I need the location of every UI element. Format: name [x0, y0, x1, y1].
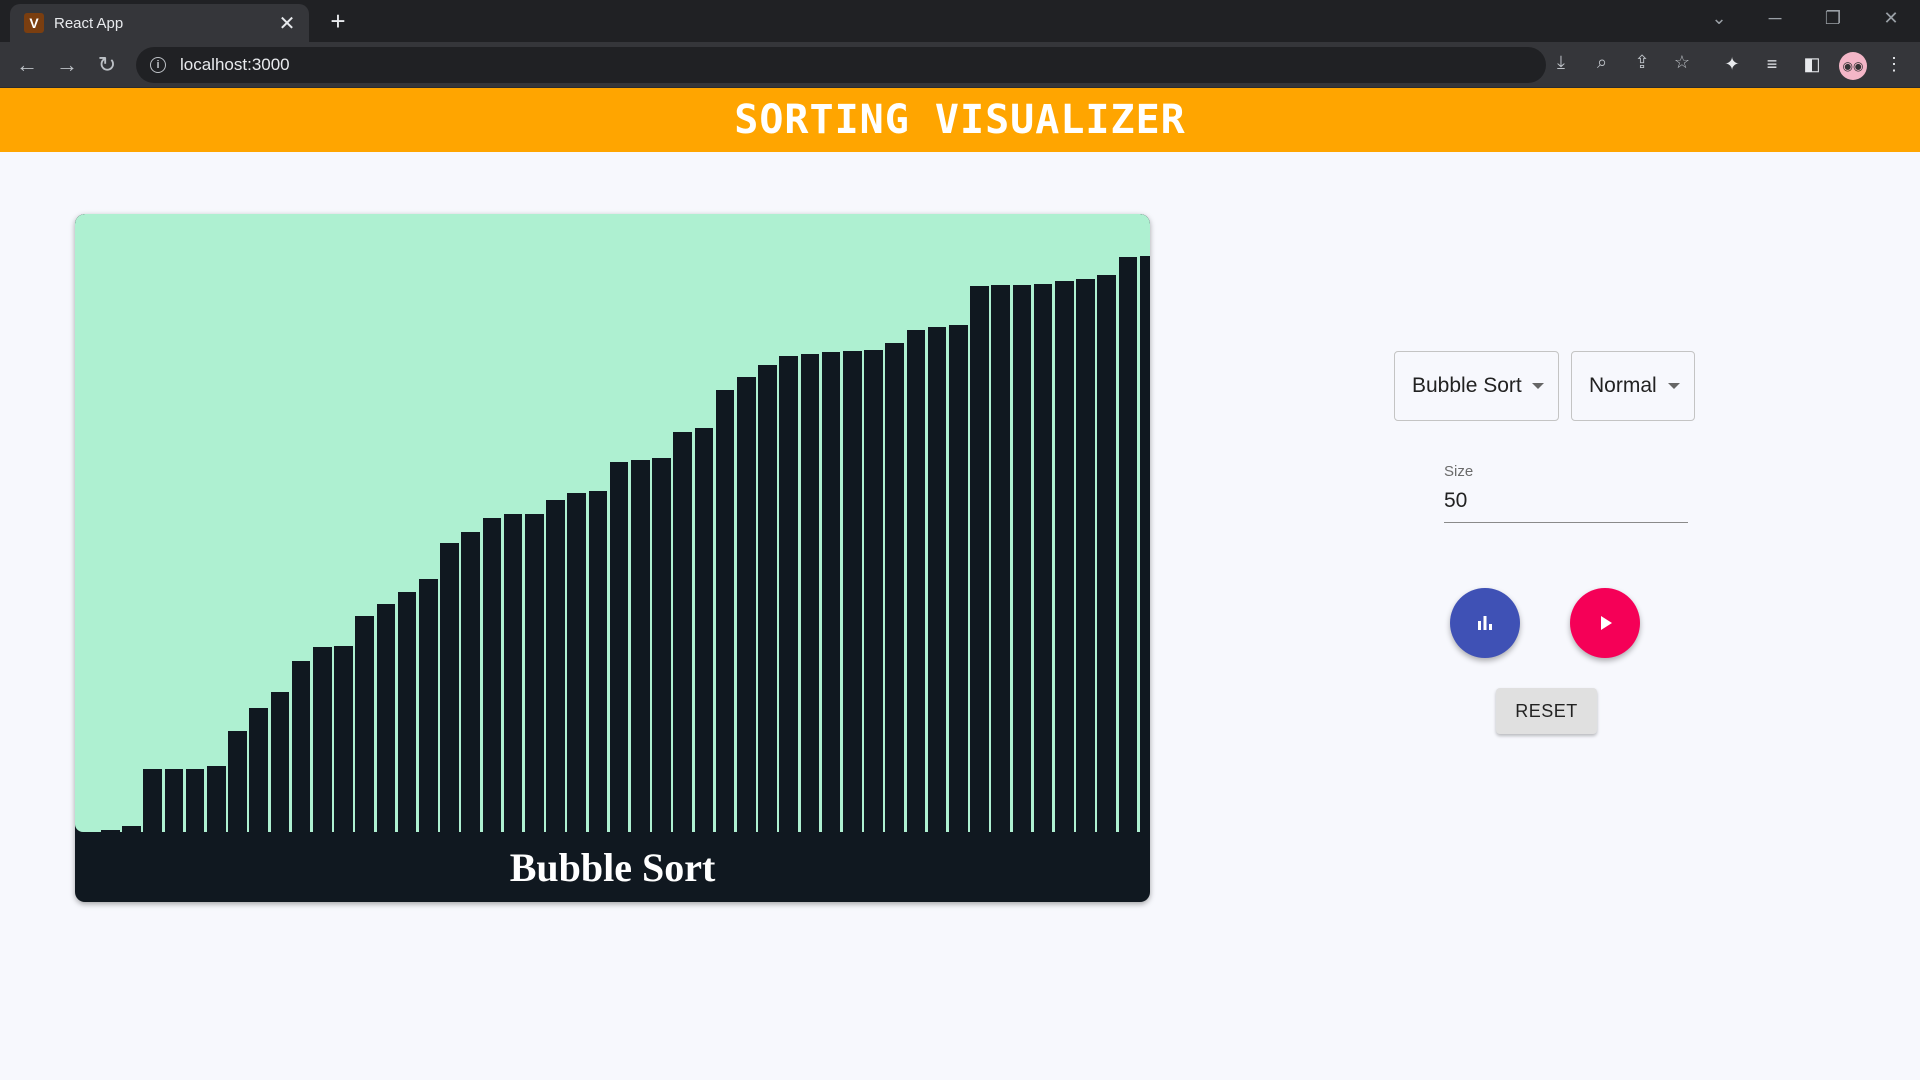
- algorithm-select-value: Bubble Sort: [1412, 374, 1522, 397]
- array-bar: [1097, 275, 1116, 832]
- array-bar: [1076, 279, 1095, 832]
- favicon-icon: V: [24, 13, 44, 33]
- generate-array-button[interactable]: [1450, 588, 1520, 658]
- array-bar: [906, 330, 926, 832]
- array-bar: [821, 352, 841, 832]
- array-bar: [1012, 285, 1032, 832]
- visualizer-card: Bubble Sort: [75, 214, 1150, 902]
- array-bar: [355, 616, 374, 832]
- array-bar: [313, 647, 332, 832]
- bars-area: [75, 214, 1150, 832]
- array-bar: [652, 458, 671, 832]
- site-info-icon[interactable]: i: [150, 57, 166, 73]
- extensions-icon[interactable]: ✦: [1718, 50, 1746, 78]
- size-field[interactable]: Size 50: [1444, 463, 1688, 523]
- algorithm-caption: Bubble Sort: [509, 844, 716, 890]
- speed-select[interactable]: Normal: [1571, 351, 1695, 421]
- share-icon[interactable]: ⇪: [1630, 50, 1654, 74]
- size-input[interactable]: 50: [1444, 489, 1467, 513]
- array-bar: [270, 692, 290, 832]
- array-bar: [291, 661, 311, 832]
- forward-arrow-icon[interactable]: →: [52, 50, 82, 80]
- play-icon: [1601, 616, 1612, 630]
- array-bar: [800, 354, 820, 832]
- chevron-down-icon: [1532, 383, 1544, 389]
- array-bar: [334, 646, 353, 832]
- array-bar: [927, 327, 947, 832]
- minimize-button[interactable]: ─: [1760, 8, 1790, 29]
- chevron-down-icon: [1668, 383, 1680, 389]
- menu-kebab-icon[interactable]: ⋮: [1880, 50, 1908, 78]
- bar-chart-icon: [1478, 616, 1492, 630]
- array-bar: [843, 351, 862, 832]
- tab-close-icon[interactable]: ✕: [277, 11, 297, 36]
- speed-select-value: Normal: [1589, 374, 1657, 397]
- close-window-button[interactable]: ✕: [1876, 8, 1906, 29]
- array-bar: [440, 543, 459, 832]
- array-bar: [525, 514, 544, 832]
- new-tab-button[interactable]: +: [324, 6, 352, 36]
- array-bar: [503, 514, 523, 832]
- array-bar: [609, 462, 629, 832]
- algorithm-select[interactable]: Bubble Sort: [1394, 351, 1559, 421]
- array-bar: [1139, 256, 1150, 832]
- array-bar: [1055, 281, 1074, 832]
- reset-button[interactable]: RESET: [1496, 688, 1597, 734]
- array-bar: [461, 532, 480, 832]
- array-bar: [779, 356, 798, 832]
- array-bar: [758, 365, 777, 832]
- page-title: SORTING VISUALIZER: [734, 97, 1186, 143]
- restore-button[interactable]: ❐: [1818, 8, 1848, 29]
- tab-search-icon[interactable]: ⌄: [1704, 8, 1734, 29]
- array-bar: [482, 518, 502, 832]
- reload-icon[interactable]: ↻: [92, 50, 122, 80]
- address-bar[interactable]: i localhost:3000: [136, 47, 1546, 83]
- array-bar: [567, 493, 586, 832]
- reading-list-icon[interactable]: ≡: [1758, 50, 1786, 78]
- array-bar: [864, 350, 883, 832]
- tab-title: React App: [54, 14, 124, 32]
- array-bar: [1118, 257, 1138, 832]
- browser-tab[interactable]: V React App ✕: [10, 4, 309, 42]
- url-text: localhost:3000: [180, 55, 290, 74]
- array-bar: [715, 390, 735, 832]
- array-bar: [207, 766, 226, 832]
- app-header: SORTING VISUALIZER: [0, 88, 1920, 152]
- array-bar: [970, 286, 989, 832]
- browser-toolbar: ← → ↻ i localhost:3000 ⤓ ⌕ ⇪ ☆: [0, 42, 1920, 88]
- browser-tab-bar: V React App ✕ + ⌄ ─ ❐ ✕: [0, 0, 1920, 42]
- array-bar: [546, 500, 565, 832]
- back-arrow-icon[interactable]: ←: [12, 50, 42, 80]
- array-bar: [419, 579, 438, 832]
- array-bar: [376, 604, 396, 832]
- array-bar: [737, 377, 756, 832]
- install-app-icon[interactable]: ⤓: [1549, 50, 1573, 74]
- array-bar: [885, 343, 904, 832]
- array-bar: [631, 460, 650, 832]
- array-bar: [949, 325, 968, 832]
- side-panel-icon[interactable]: ◧: [1798, 50, 1826, 78]
- array-bar: [397, 592, 417, 832]
- zoom-icon[interactable]: ⌕: [1590, 50, 1614, 74]
- size-label: Size: [1444, 463, 1474, 480]
- array-bar: [164, 769, 184, 832]
- array-bar: [991, 285, 1010, 832]
- array-bar: [694, 428, 714, 832]
- array-bar: [228, 731, 247, 832]
- array-bar: [185, 769, 205, 832]
- play-button[interactable]: [1570, 588, 1640, 658]
- array-bar: [588, 491, 608, 832]
- array-bar: [143, 769, 162, 832]
- array-bar: [249, 708, 268, 832]
- bookmark-star-icon[interactable]: ☆: [1670, 50, 1694, 74]
- array-bar: [1033, 284, 1053, 832]
- array-bar: [673, 432, 692, 832]
- profile-avatar-icon[interactable]: ◉◉: [1839, 52, 1867, 80]
